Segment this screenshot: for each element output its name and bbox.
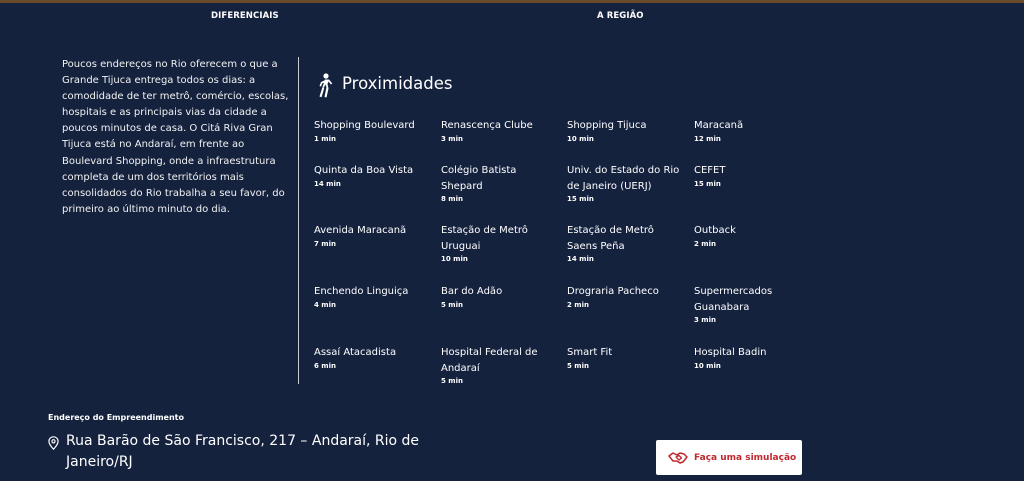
travel-time: 10 min (567, 134, 594, 143)
place-name: CEFET (694, 165, 726, 176)
place-name: Estação de Metrô Saens Peña (567, 225, 654, 252)
place-name: Hospital Federal de Andaraí (441, 347, 538, 374)
travel-time: 14 min (314, 179, 341, 188)
list-item: Bar do Adão 5 min (441, 284, 559, 310)
travel-time: 2 min (567, 300, 589, 309)
list-item: Outback 2 min (694, 223, 812, 249)
travel-time: 2 min (694, 239, 716, 248)
place-name: Assaí Atacadista (314, 347, 397, 358)
place-name: Hospital Badin (694, 347, 767, 358)
place-name: Supermercados Guanabara (694, 286, 773, 313)
list-item: Drograria Pacheco 2 min (567, 284, 685, 310)
travel-time: 6 min (314, 361, 336, 370)
place-name: Colégio Batista Shepard (441, 165, 517, 192)
simulation-button-label: Faça uma simulação (694, 452, 797, 463)
place-name: Estação de Metrô Uruguai (441, 225, 528, 252)
place-name: Quinta da Boa Vista (314, 165, 414, 176)
handshake-icon (668, 451, 688, 464)
list-item: CEFET 15 min (694, 163, 812, 189)
list-item: Assaí Atacadista 6 min (314, 345, 432, 371)
list-item: Univ. do Estado do Rio de Janeiro (UERJ)… (567, 163, 685, 204)
address-label: Endereço do Empreendimento (48, 413, 184, 422)
simulation-button[interactable]: Faça uma simulação (656, 440, 802, 475)
travel-time: 15 min (694, 179, 721, 188)
place-name: Avenida Maracanã (314, 225, 407, 236)
place-name: Drograria Pacheco (567, 286, 659, 297)
top-accent-bar (0, 0, 1024, 3)
place-name: Bar do Adão (441, 286, 503, 297)
list-item: Renascença Clube 3 min (441, 118, 559, 144)
travel-time: 4 min (314, 300, 336, 309)
walking-person-icon (319, 73, 333, 98)
list-item: Quinta da Boa Vista 14 min (314, 163, 432, 189)
region-description: Poucos endereços no Rio oferecem o que a… (62, 59, 289, 215)
travel-time: 3 min (694, 316, 716, 324)
project-address: Rua Barão de São Francisco, 217 – Andara… (66, 433, 420, 470)
travel-time: 3 min (441, 134, 463, 143)
place-name: Outback (694, 225, 736, 236)
list-item: Maracanã 12 min (694, 118, 812, 144)
travel-time: 12 min (694, 134, 721, 143)
list-item: Shopping Boulevard 1 min (314, 118, 432, 144)
list-item: Hospital Badin 10 min (694, 345, 812, 371)
place-name: Maracanã (694, 120, 744, 131)
list-item: Shopping Tijuca 10 min (567, 118, 685, 144)
travel-time: 5 min (567, 361, 589, 370)
travel-time: 5 min (441, 377, 463, 385)
travel-time: 5 min (441, 300, 463, 309)
travel-time: 1 min (314, 134, 336, 143)
vertical-divider (298, 57, 299, 384)
travel-time: 10 min (441, 255, 468, 263)
travel-time: 15 min (567, 195, 594, 203)
travel-time: 14 min (567, 255, 594, 263)
place-name: Smart Fit (567, 347, 613, 358)
place-name: Renascença Clube (441, 120, 533, 131)
list-item: Avenida Maracanã 7 min (314, 223, 432, 249)
list-item: Estação de Metrô Uruguai 10 min (441, 223, 541, 264)
list-item: Supermercados Guanabara 3 min (694, 284, 784, 325)
list-item: Colégio Batista Shepard 8 min (441, 163, 541, 204)
travel-time: 7 min (314, 239, 336, 248)
list-item: Estação de Metrô Saens Peña 14 min (567, 223, 667, 264)
travel-time: 10 min (694, 361, 721, 370)
proximidades-grid: Shopping Boulevard 1 min Renascença Clube… (314, 118, 834, 388)
list-item: Smart Fit 5 min (567, 345, 685, 371)
list-item: Enchendo Linguiça 4 min (314, 284, 432, 310)
place-name: Enchendo Linguiça (314, 286, 409, 297)
tab-a-regiao[interactable]: A REGIÃO (597, 11, 644, 21)
place-name: Shopping Boulevard (314, 120, 415, 131)
place-name: Shopping Tijuca (567, 120, 647, 131)
place-name: Univ. do Estado do Rio de Janeiro (UERJ) (567, 165, 680, 192)
proximidades-title: Proximidades (342, 74, 453, 93)
list-item: Hospital Federal de Andaraí 5 min (441, 345, 541, 386)
travel-time: 8 min (441, 195, 463, 203)
location-pin-icon (48, 436, 59, 450)
tab-diferenciais[interactable]: DIFERENCIAIS (211, 11, 279, 21)
